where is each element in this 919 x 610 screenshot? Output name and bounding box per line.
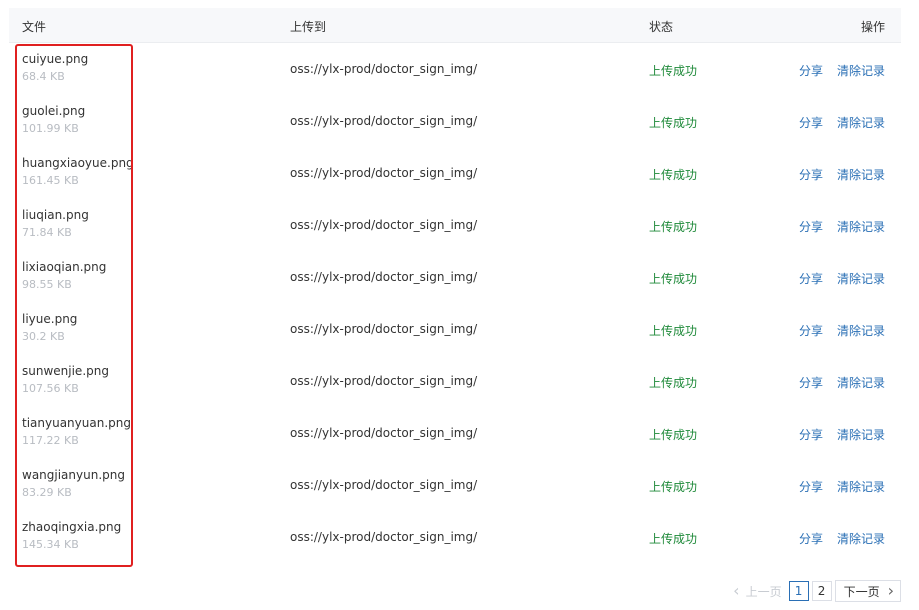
status-text: 上传成功 xyxy=(649,376,698,390)
share-link[interactable]: 分享 xyxy=(799,532,823,546)
clear-record-link[interactable]: 清除记录 xyxy=(837,272,885,286)
clear-record-link[interactable]: 清除记录 xyxy=(837,324,885,338)
destination-path: oss://ylx-prod/doctor_sign_img/ xyxy=(290,270,478,284)
file-column-highlight-box xyxy=(15,44,133,567)
status-text: 上传成功 xyxy=(649,480,698,494)
destination-path: oss://ylx-prod/doctor_sign_img/ xyxy=(290,62,478,76)
table-row: liuqian.png 71.84 KB oss://ylx-prod/doctor… xyxy=(9,199,901,251)
row-actions: 分享 清除记录 xyxy=(799,218,885,235)
share-link[interactable]: 分享 xyxy=(799,324,823,338)
row-actions: 分享 清除记录 xyxy=(799,62,885,79)
prev-page-button[interactable]: ‹ 上一页 xyxy=(733,583,781,600)
clear-record-link[interactable]: 清除记录 xyxy=(837,376,885,390)
row-actions: 分享 清除记录 xyxy=(799,166,885,183)
table-row: zhaoqingxia.png 145.34 KB oss://ylx-prod/d… xyxy=(9,511,901,563)
share-link[interactable]: 分享 xyxy=(799,220,823,234)
header-file: 文件 xyxy=(22,20,47,34)
row-actions: 分享 清除记录 xyxy=(799,374,885,391)
share-link[interactable]: 分享 xyxy=(799,168,823,182)
destination-path: oss://ylx-prod/doctor_sign_img/ xyxy=(290,322,478,336)
next-page-label: 下一页 xyxy=(843,584,880,599)
status-text: 上传成功 xyxy=(649,272,698,286)
table-row: liyue.png 30.2 KB oss://ylx-prod/doctor_si… xyxy=(9,303,901,355)
destination-path: oss://ylx-prod/doctor_sign_img/ xyxy=(290,166,478,180)
next-page-button[interactable]: 下一页 › xyxy=(834,580,901,602)
table-row: cuiyue.png 68.4 KB oss://ylx-prod/doctor_s… xyxy=(9,43,901,95)
row-actions: 分享 清除记录 xyxy=(799,322,885,339)
status-text: 上传成功 xyxy=(649,116,698,130)
table-row: tianyuanyuan.png 117.22 KB oss://ylx-prod/… xyxy=(9,407,901,459)
clear-record-link[interactable]: 清除记录 xyxy=(837,480,885,494)
table-header: 文件 上传到 状态 操作 xyxy=(9,8,901,43)
destination-path: oss://ylx-prod/doctor_sign_img/ xyxy=(290,114,478,128)
status-text: 上传成功 xyxy=(649,220,698,234)
status-text: 上传成功 xyxy=(649,428,698,442)
chevron-right-icon: › xyxy=(887,581,894,600)
clear-record-link[interactable]: 清除记录 xyxy=(837,116,885,130)
table-row: wangjianyun.png 83.29 KB oss://ylx-prod/do… xyxy=(9,459,901,511)
upload-table: 文件 上传到 状态 操作 cuiyue.png 68.4 KB oss://ylx-… xyxy=(9,8,901,563)
page-2-button[interactable]: 2 xyxy=(811,581,832,601)
destination-path: oss://ylx-prod/doctor_sign_img/ xyxy=(290,218,478,232)
share-link[interactable]: 分享 xyxy=(799,376,823,390)
header-destination: 上传到 xyxy=(290,20,327,34)
share-link[interactable]: 分享 xyxy=(799,480,823,494)
destination-path: oss://ylx-prod/doctor_sign_img/ xyxy=(290,374,478,388)
clear-record-link[interactable]: 清除记录 xyxy=(837,428,885,442)
destination-path: oss://ylx-prod/doctor_sign_img/ xyxy=(290,478,478,492)
destination-path: oss://ylx-prod/doctor_sign_img/ xyxy=(290,426,478,440)
table-row: lixiaoqian.png 98.55 KB oss://ylx-prod/doc… xyxy=(9,251,901,303)
clear-record-link[interactable]: 清除记录 xyxy=(837,220,885,234)
clear-record-link[interactable]: 清除记录 xyxy=(837,168,885,182)
row-actions: 分享 清除记录 xyxy=(799,426,885,443)
table-row: sunwenjie.png 107.56 KB oss://ylx-prod/doc… xyxy=(9,355,901,407)
row-actions: 分享 清除记录 xyxy=(799,114,885,131)
header-actions: 操作 xyxy=(860,20,885,34)
share-link[interactable]: 分享 xyxy=(799,272,823,286)
page-1-button[interactable]: 1 xyxy=(788,581,809,601)
status-text: 上传成功 xyxy=(649,64,698,78)
header-status: 状态 xyxy=(649,20,674,34)
status-text: 上传成功 xyxy=(649,324,698,338)
destination-path: oss://ylx-prod/doctor_sign_img/ xyxy=(290,530,478,544)
pagination: ‹ 上一页 1 2 下一页 › xyxy=(733,580,901,602)
clear-record-link[interactable]: 清除记录 xyxy=(837,64,885,78)
row-actions: 分享 清除记录 xyxy=(799,270,885,287)
clear-record-link[interactable]: 清除记录 xyxy=(837,532,885,546)
chevron-left-icon: ‹ xyxy=(733,581,740,600)
share-link[interactable]: 分享 xyxy=(799,64,823,78)
prev-page-label: 上一页 xyxy=(745,584,782,599)
row-actions: 分享 清除记录 xyxy=(799,530,885,547)
table-row: huangxiaoyue.png 161.45 KB oss://ylx-prod/… xyxy=(9,147,901,199)
status-text: 上传成功 xyxy=(649,168,698,182)
table-row: guolei.png 101.99 KB oss://ylx-prod/doctor… xyxy=(9,95,901,147)
share-link[interactable]: 分享 xyxy=(799,428,823,442)
row-actions: 分享 清除记录 xyxy=(799,478,885,495)
status-text: 上传成功 xyxy=(649,532,698,546)
table-body: cuiyue.png 68.4 KB oss://ylx-prod/doctor_s… xyxy=(9,43,901,563)
share-link[interactable]: 分享 xyxy=(799,116,823,130)
